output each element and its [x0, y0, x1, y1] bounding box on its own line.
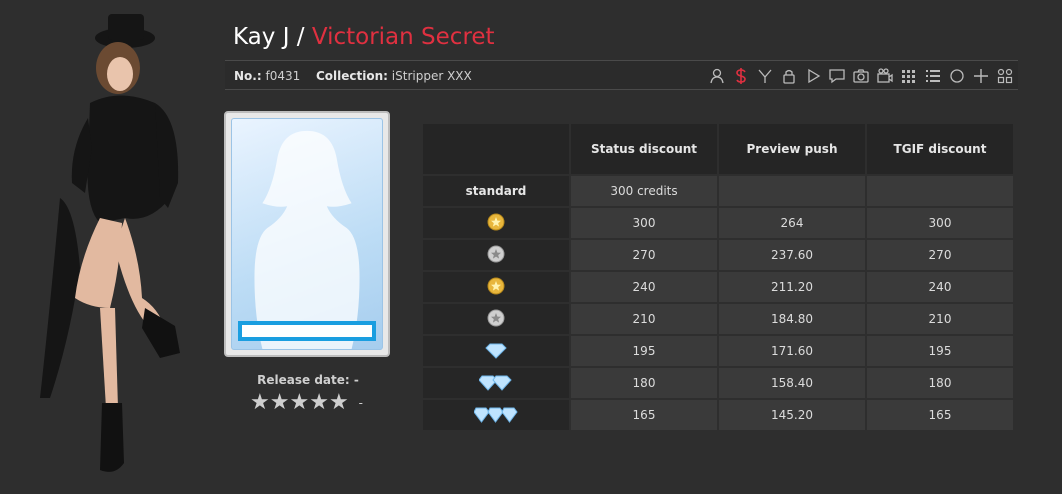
list-icon[interactable] [924, 67, 942, 85]
gold-star-icon [487, 277, 505, 298]
header-status-discount: Status discount [571, 124, 717, 174]
status-discount-cell: 240 [571, 272, 717, 302]
tgif-discount-cell: 210 [867, 304, 1013, 334]
diamond-2-icon [478, 373, 513, 394]
level-badge-cell [423, 400, 569, 430]
preview-push-cell: 158.40 [719, 368, 865, 398]
comment-icon[interactable] [828, 67, 846, 85]
preview-push-cell: 184.80 [719, 304, 865, 334]
status-discount-cell: 195 [571, 336, 717, 366]
lock-icon[interactable] [780, 67, 798, 85]
table-row: 270 237.60 270 [423, 240, 1013, 270]
star-icon[interactable]: ★ [329, 392, 349, 414]
card-number-label: No.: [234, 69, 262, 83]
release-date: Release date: - [257, 373, 359, 387]
toolbar-icons [708, 67, 1014, 85]
video-camera-icon[interactable] [876, 67, 894, 85]
table-row: 210 184.80 210 [423, 304, 1013, 334]
silhouette-icon [254, 130, 360, 349]
model-icon[interactable] [708, 67, 726, 85]
model-photo [40, 14, 180, 472]
silver-star-icon [487, 309, 505, 330]
preview-push-cell: 237.60 [719, 240, 865, 270]
tgif-discount-cell: 195 [867, 336, 1013, 366]
star-icon[interactable]: ★ [309, 392, 329, 414]
level-badge-cell [423, 240, 569, 270]
preview-push-cell: 145.20 [719, 400, 865, 430]
table-row: 240 211.20 240 [423, 272, 1013, 302]
rating[interactable]: ★ ★ ★ ★ ★ - [250, 392, 363, 414]
silver-star-icon [487, 245, 505, 266]
level-badge-cell [423, 368, 569, 398]
play-icon[interactable] [804, 67, 822, 85]
table-row: 165 145.20 165 [423, 400, 1013, 430]
level-label: standard [423, 176, 569, 206]
table-row: 180 158.40 180 [423, 368, 1013, 398]
status-discount-cell: 300 credits [571, 176, 717, 206]
circle-icon[interactable] [948, 67, 966, 85]
status-discount-cell: 180 [571, 368, 717, 398]
card-name-bar [238, 321, 376, 341]
gold-star-icon [487, 213, 505, 234]
page-title: Kay J / Victorian Secret [233, 24, 495, 50]
model-name[interactable]: Kay J [233, 24, 289, 50]
dollar-icon[interactable] [732, 67, 750, 85]
gallery-icon[interactable] [996, 67, 1014, 85]
header-tgif-discount: TGIF discount [867, 124, 1013, 174]
tgif-discount-cell: 240 [867, 272, 1013, 302]
card-placeholder[interactable] [224, 111, 390, 357]
level-badge-cell [423, 272, 569, 302]
price-table: Status discount Preview push TGIF discou… [421, 122, 1015, 432]
level-badge-cell [423, 336, 569, 366]
rating-value: - [358, 396, 364, 410]
collection-title: Victorian Secret [311, 24, 495, 50]
tgif-discount-cell: 165 [867, 400, 1013, 430]
plus-icon[interactable] [972, 67, 990, 85]
filter-icon[interactable] [756, 67, 774, 85]
status-discount-cell: 300 [571, 208, 717, 238]
tgif-discount-cell: 270 [867, 240, 1013, 270]
camera-icon[interactable] [852, 67, 870, 85]
collection-info: Collection: iStripper XXX [316, 69, 472, 83]
preview-push-cell: 211.20 [719, 272, 865, 302]
status-discount-cell: 210 [571, 304, 717, 334]
diamond-3-icon [473, 405, 518, 426]
header-preview-push: Preview push [719, 124, 865, 174]
star-icon[interactable]: ★ [250, 392, 270, 414]
tgif-discount-cell [867, 176, 1013, 206]
collection-value: iStripper XXX [391, 69, 472, 83]
status-discount-cell: 270 [571, 240, 717, 270]
star-icon[interactable]: ★ [289, 392, 309, 414]
preview-push-cell [719, 176, 865, 206]
title-separator: / [296, 24, 305, 50]
tgif-discount-cell: 180 [867, 368, 1013, 398]
card-number-value: f0431 [265, 69, 301, 83]
card-number: No.: f0431 [234, 69, 300, 83]
grid-icon[interactable] [900, 67, 918, 85]
tgif-discount-cell: 300 [867, 208, 1013, 238]
star-icon[interactable]: ★ [270, 392, 290, 414]
status-discount-cell: 165 [571, 400, 717, 430]
preview-push-cell: 171.60 [719, 336, 865, 366]
level-badge-cell [423, 208, 569, 238]
table-row: 300 264 300 [423, 208, 1013, 238]
meta-bar: No.: f0431 Collection: iStripper XXX [225, 60, 1018, 90]
preview-push-cell: 264 [719, 208, 865, 238]
card-image [231, 118, 383, 350]
diamond-1-icon [484, 341, 508, 362]
table-row: standard 300 credits [423, 176, 1013, 206]
level-badge-cell [423, 304, 569, 334]
header-level [423, 124, 569, 174]
table-row: 195 171.60 195 [423, 336, 1013, 366]
table-header-row: Status discount Preview push TGIF discou… [423, 124, 1013, 174]
collection-label: Collection: [316, 69, 388, 83]
